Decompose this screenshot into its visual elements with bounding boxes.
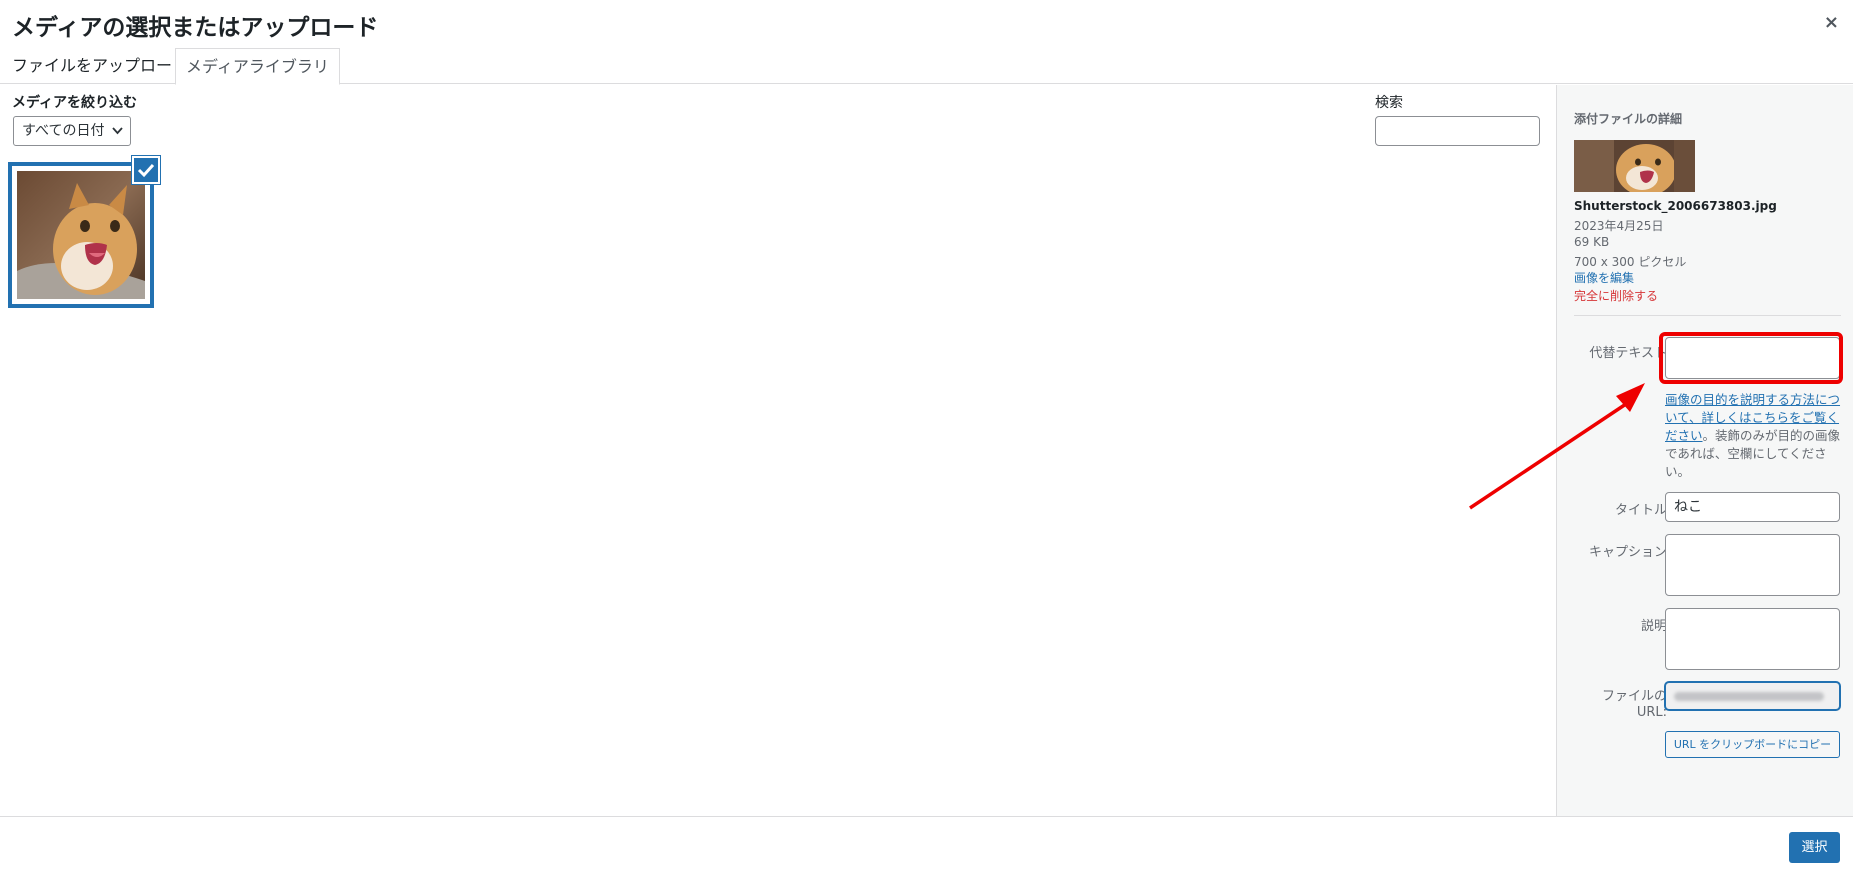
select-button[interactable]: 選択	[1789, 832, 1840, 863]
annotation-highlight-box	[1659, 332, 1843, 384]
details-filename: Shutterstock_2006673803.jpg	[1574, 199, 1777, 213]
details-filesize: 69 KB	[1574, 235, 1610, 249]
details-dimensions: 700 x 300 ピクセル	[1574, 255, 1687, 269]
details-preview-image	[1574, 140, 1695, 192]
modal-title: メディアの選択またはアップロード	[12, 15, 379, 41]
checkmark-icon[interactable]	[132, 156, 160, 184]
tab-upload-files[interactable]: ファイルをアップロード	[2, 48, 198, 84]
title-value: ねこ	[1674, 499, 1702, 515]
attachment-details-sidebar: 添付ファイルの詳細 Shutterstock_2006673803.jpg 20…	[1556, 85, 1853, 816]
search-label: 検索	[1375, 95, 1403, 111]
title-field[interactable]: ねこ	[1665, 492, 1840, 522]
modal-footer: 選択	[0, 816, 1853, 874]
chevron-down-icon	[112, 117, 123, 155]
description-field[interactable]	[1665, 608, 1840, 670]
date-filter-select[interactable]: すべての日付	[13, 116, 131, 146]
caption-field[interactable]	[1665, 534, 1840, 596]
description-value	[1666, 615, 1674, 631]
edit-image-link[interactable]: 画像を編集	[1574, 269, 1634, 286]
media-modal: メディアの選択またはアップロード × ファイルをアップロード メディアライブラリ…	[0, 0, 1853, 874]
alt-text-label: 代替テキスト	[1589, 346, 1667, 361]
file-url-label: ファイルの URL:	[1602, 689, 1667, 721]
search-input[interactable]	[1375, 116, 1540, 146]
file-url-label-line2: URL:	[1636, 705, 1667, 720]
cat-image	[17, 171, 145, 299]
file-url-field[interactable]	[1665, 682, 1840, 710]
file-url-label-line1: ファイルの	[1601, 689, 1667, 704]
close-icon[interactable]: ×	[1824, 12, 1839, 33]
blurred-url-text	[1674, 692, 1824, 701]
title-label: タイトル	[1614, 503, 1667, 518]
description-label: 説明	[1640, 619, 1667, 634]
caption-value	[1666, 541, 1674, 557]
details-date: 2023年4月25日	[1574, 219, 1664, 233]
filter-label: メディアを絞り込む	[12, 95, 138, 111]
details-divider	[1574, 315, 1841, 316]
modal-tabs: ファイルをアップロード メディアライブラリ	[0, 48, 1853, 85]
alt-text-help: 画像の目的を説明する方法について、詳しくはこちらをご覧ください。装飾のみが目的の…	[1665, 391, 1843, 481]
details-heading: 添付ファイルの詳細	[1574, 112, 1683, 126]
date-filter-value: すべての日付	[22, 123, 105, 139]
delete-permanently-link[interactable]: 完全に削除する	[1574, 287, 1658, 304]
caption-label: キャプション	[1588, 545, 1667, 560]
tab-media-library[interactable]: メディアライブラリ	[175, 48, 340, 85]
copy-url-button[interactable]: URL をクリップボードにコピー	[1665, 731, 1840, 758]
